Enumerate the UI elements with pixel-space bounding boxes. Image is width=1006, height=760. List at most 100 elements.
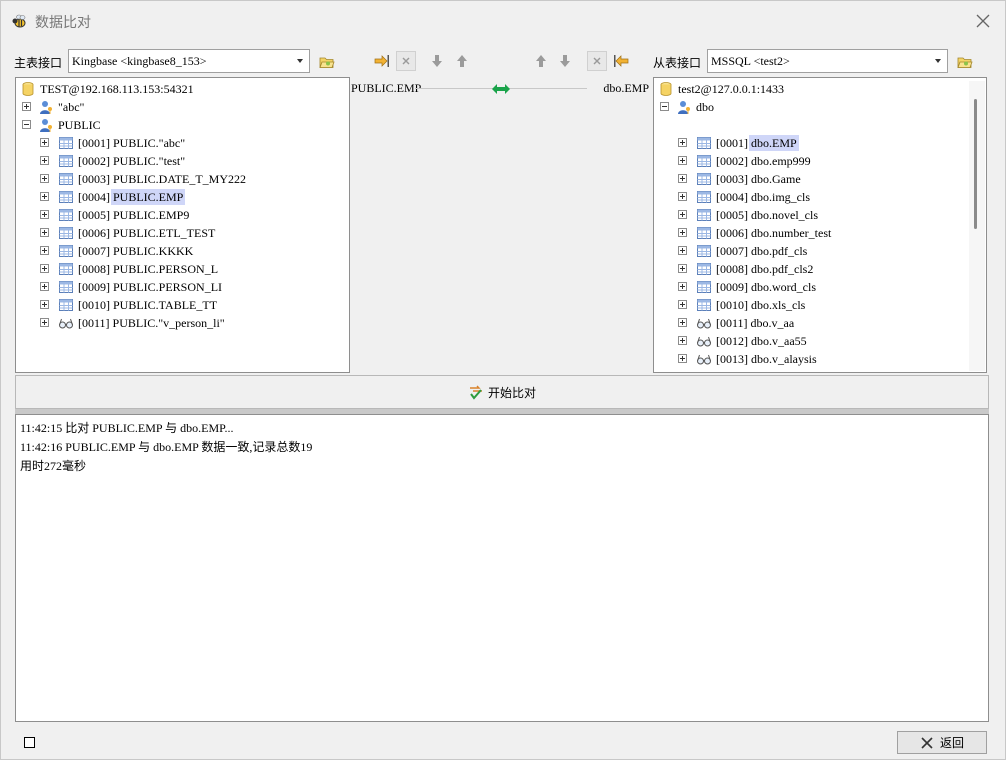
table-icon <box>697 227 711 239</box>
expand-icon[interactable] <box>678 156 687 165</box>
tree-item-label: [0009] dbo.word_cls <box>716 278 816 296</box>
tree-item-label: [0006] dbo.number_test <box>716 224 831 242</box>
result-log[interactable]: 11:42:15 比对 PUBLIC.EMP 与 dbo.EMP... 11:4… <box>15 414 989 722</box>
view-glasses-icon <box>59 318 73 329</box>
expand-icon[interactable] <box>678 282 687 291</box>
expand-icon[interactable] <box>22 102 31 111</box>
expand-icon[interactable] <box>678 336 687 345</box>
data-compare-dialog: 数据比对 主表接口 Kingbase <kingbase8_153> 从表接口 … <box>0 0 1006 760</box>
tree-item-name: PUBLIC.EMP9 <box>113 208 190 222</box>
table-icon <box>697 137 711 149</box>
expand-icon[interactable] <box>678 138 687 147</box>
tree-item-number: [0010] <box>716 298 748 312</box>
tree-item-label: [0003] PUBLIC.DATE_T_MY222 <box>78 170 246 188</box>
slave-label: 从表接口 <box>653 56 702 70</box>
master-label: 主表接口 <box>14 56 63 70</box>
option-checkbox[interactable] <box>24 737 35 748</box>
tree-item-number: [0013] <box>716 352 748 366</box>
expand-icon[interactable] <box>40 300 49 309</box>
expand-icon[interactable] <box>678 318 687 327</box>
expand-icon[interactable] <box>678 372 687 373</box>
tree-item-label: [0011] PUBLIC."v_person_li" <box>78 314 225 332</box>
tree-item-label: [0011] dbo.v_aa <box>716 314 794 332</box>
table-icon <box>697 281 711 293</box>
clear-left-mapping-button[interactable] <box>396 51 416 71</box>
expand-icon[interactable] <box>678 300 687 309</box>
compare-check-icon <box>469 385 482 400</box>
tree-item-number: [0008] <box>78 262 110 276</box>
map-right-button[interactable] <box>611 51 631 71</box>
slave-tree-scrollbar[interactable] <box>969 81 985 371</box>
tree-item-number: [0004] <box>78 190 110 204</box>
expand-icon[interactable] <box>40 174 49 183</box>
tree-item-name: PUBLIC."abc" <box>113 136 186 150</box>
tree-item-label: [0004] dbo.img_cls <box>716 188 810 206</box>
window-title: 数据比对 <box>35 15 91 31</box>
expand-icon[interactable] <box>678 228 687 237</box>
tree-item-label: [0005] dbo.novel_cls <box>716 206 818 224</box>
expand-icon[interactable] <box>678 210 687 219</box>
expand-icon[interactable] <box>40 138 49 147</box>
tree-item-name: dbo.xls_cls <box>751 298 806 312</box>
tree-item-number: [0009] <box>716 280 748 294</box>
tree-item-number: [0001] <box>716 136 748 150</box>
expand-icon[interactable] <box>678 264 687 273</box>
tree-item-number: [0004] <box>716 190 748 204</box>
tree-item-name: dbo.Game <box>751 172 801 186</box>
schema-user-key-icon <box>40 119 52 132</box>
table-icon <box>697 245 711 257</box>
start-compare-button[interactable]: 开始比对 <box>15 375 989 409</box>
expand-icon[interactable] <box>40 156 49 165</box>
expand-icon[interactable] <box>40 246 49 255</box>
expand-icon[interactable] <box>678 174 687 183</box>
tree-item-label: [0010] dbo.xls_cls <box>716 296 805 314</box>
tree-item-number: [0002] <box>78 154 110 168</box>
collapse-icon[interactable] <box>660 102 669 111</box>
start-compare-label: 开始比对 <box>487 385 536 400</box>
expand-icon[interactable] <box>40 228 49 237</box>
tree-item-name: PUBLIC.TABLE_TT <box>113 298 218 312</box>
return-button[interactable]: 返回 <box>897 731 987 754</box>
tree-item-name: dbo.v_alaysis <box>751 352 817 366</box>
move-up-left-button[interactable] <box>452 51 472 71</box>
slave-tree[interactable]: test2@127.0.0.1:1433 dbo [0001] dbo.EMP[… <box>653 77 987 373</box>
collapse-icon[interactable] <box>22 120 31 129</box>
arrow-up-icon <box>536 55 546 67</box>
slave-interface-select[interactable]: MSSQL <test2> <box>707 49 948 73</box>
close-button[interactable] <box>973 11 993 31</box>
tree-item-label: [0007] dbo.pdf_cls <box>716 242 807 260</box>
tree-item-name: dbo.img_cls <box>751 190 810 204</box>
table-icon <box>697 155 711 167</box>
tree-item-label: [0013] dbo.v_alaysis <box>716 350 817 368</box>
tree-item-name: PUBLIC.DATE_T_MY222 <box>113 172 247 186</box>
move-up-right-button[interactable] <box>531 51 551 71</box>
scrollbar-thumb[interactable] <box>974 99 977 229</box>
tree-item-label: [0001] PUBLIC."abc" <box>78 134 185 152</box>
expand-icon[interactable] <box>40 210 49 219</box>
expand-icon[interactable] <box>40 192 49 201</box>
master-tree[interactable]: TEST@192.168.113.153:54321 "abc" PUBLIC … <box>15 77 350 373</box>
master-open-folder-button[interactable] <box>317 52 337 72</box>
expand-icon[interactable] <box>40 264 49 273</box>
slave-open-folder-button[interactable] <box>955 52 975 72</box>
tree-item-label: [0002] dbo.emp999 <box>716 152 811 170</box>
master-interface-select[interactable]: Kingbase <kingbase8_153> <box>68 49 310 73</box>
expand-icon[interactable] <box>678 246 687 255</box>
tree-item-number: [0005] <box>716 208 748 222</box>
move-down-right-button[interactable] <box>555 51 575 71</box>
expand-icon[interactable] <box>678 192 687 201</box>
map-left-button[interactable] <box>372 51 392 71</box>
clear-right-mapping-button[interactable] <box>587 51 607 71</box>
tree-root-label: TEST@192.168.113.153:54321 <box>40 82 194 96</box>
tree-item-name: dbo.v_ttt <box>751 370 794 372</box>
schema-user-key-icon <box>678 101 690 114</box>
expand-icon[interactable] <box>678 354 687 363</box>
move-down-left-button[interactable] <box>427 51 447 71</box>
tree-item-number: [0001] <box>78 136 110 150</box>
expand-icon[interactable] <box>40 282 49 291</box>
table-icon <box>697 263 711 275</box>
expand-icon[interactable] <box>40 318 49 327</box>
table-icon <box>59 227 73 239</box>
tree-item-label: [0006] PUBLIC.ETL_TEST <box>78 224 215 242</box>
arrow-up-icon <box>457 55 467 67</box>
